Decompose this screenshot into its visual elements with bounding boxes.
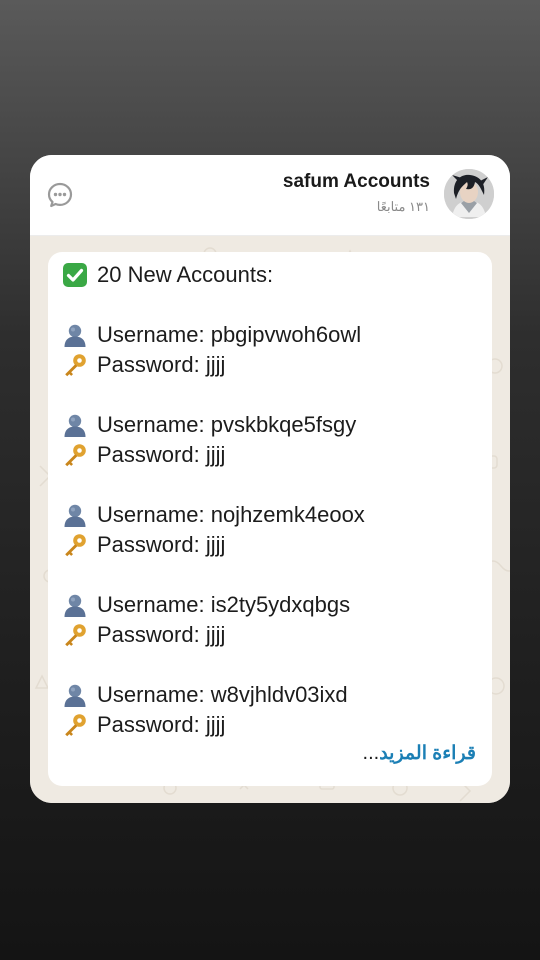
username-text: Username: nojhzemk4eoox: [97, 502, 365, 527]
account-password-line: Password: jjjj: [62, 350, 225, 380]
user-silhouette-icon: [62, 322, 88, 348]
password-text: Password: jjjj: [97, 712, 226, 737]
heading-text: 20 New Accounts:: [97, 262, 274, 287]
user-silhouette-icon: [62, 592, 88, 618]
read-more-row: ... قراءة المزيد: [357, 742, 476, 765]
message-bubble: 20 New Accounts: Username: pbgipvwoh6owl…: [48, 252, 492, 786]
password-text: Password: jjjj: [97, 352, 226, 377]
ellipsis: ...: [362, 742, 380, 764]
share-button[interactable]: [44, 179, 76, 211]
user-silhouette-icon: [62, 412, 88, 438]
subscriber-count: ١٣١ متابعًا: [376, 199, 430, 214]
user-silhouette-icon: [62, 502, 88, 528]
account-username-line: Username: is2ty5ydxqbgs: [62, 590, 350, 620]
password-text: Password: jjjj: [97, 622, 226, 647]
channel-avatar[interactable]: [444, 169, 494, 219]
key-icon: [62, 712, 88, 738]
password-text: Password: jjjj: [97, 532, 226, 557]
key-icon: [62, 352, 88, 378]
account-password-line: Password: jjjj: [62, 440, 225, 470]
username-text: Username: w8vjhldv03ixd: [97, 682, 348, 707]
user-silhouette-icon: [62, 682, 88, 708]
account-username-line: Username: pvskbkqe5fsgy: [62, 410, 356, 440]
account-username-line: Username: w8vjhldv03ixd: [62, 680, 348, 710]
read-more-link[interactable]: قراءة المزيد: [379, 742, 476, 765]
account-password-line: Password: jjjj: [62, 530, 225, 560]
account-password-line: Password: jjjj: [62, 620, 225, 650]
key-icon: [62, 622, 88, 648]
username-text: Username: pbgipvwoh6owl: [97, 322, 362, 347]
key-icon: [62, 442, 88, 468]
share-icon: [47, 182, 73, 208]
username-text: Username: pvskbkqe5fsgy: [97, 412, 357, 437]
key-icon: [62, 532, 88, 558]
channel-preview-card: safum Accounts ١٣١ متابعًا 20 New Accoun…: [30, 155, 510, 803]
accounts-heading: 20 New Accounts:: [62, 260, 273, 290]
channel-title[interactable]: safum Accounts: [283, 171, 430, 193]
username-text: Username: is2ty5ydxqbgs: [97, 592, 351, 617]
account-username-line: Username: pbgipvwoh6owl: [62, 320, 361, 350]
channel-header: safum Accounts ١٣١ متابعًا: [30, 155, 510, 236]
password-text: Password: jjjj: [97, 442, 226, 467]
check-mark-icon: [62, 262, 88, 288]
account-password-line: Password: jjjj: [62, 710, 225, 740]
account-username-line: Username: nojhzemk4eoox: [62, 500, 365, 530]
